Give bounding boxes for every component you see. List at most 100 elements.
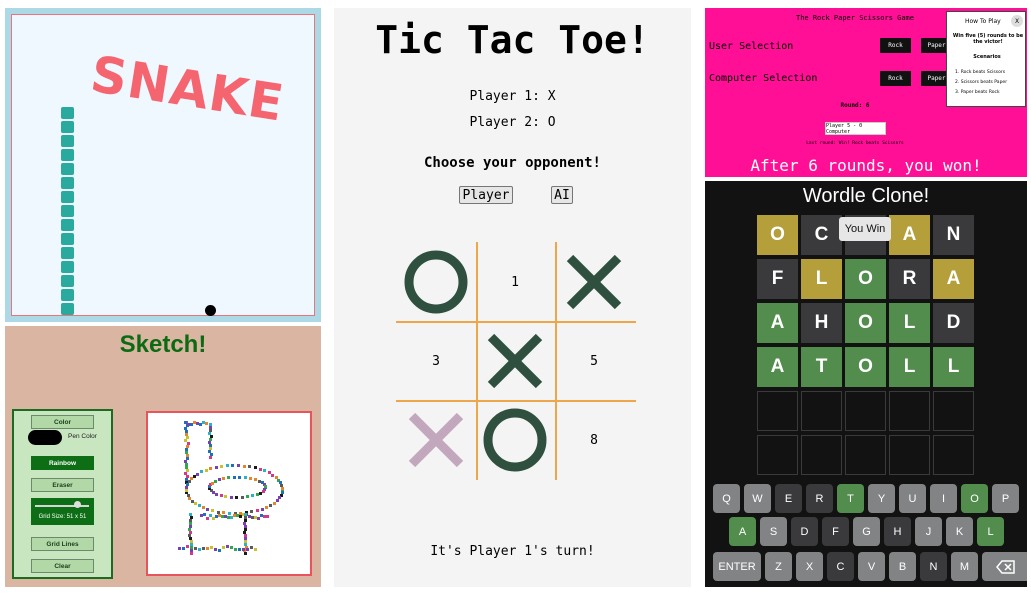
rule-item: 2. Scissors beats Paper	[955, 80, 1008, 85]
sketch-pixel	[189, 522, 192, 525]
sketch-pixel	[186, 454, 189, 457]
ttt-cell[interactable]	[476, 322, 554, 400]
key-x[interactable]: X	[796, 552, 823, 581]
letter-tile: H	[801, 303, 842, 343]
sketch-controls: Color Pen Color Rainbow Eraser Grid Size…	[12, 409, 113, 579]
cell-number: 8	[590, 432, 598, 448]
key-w[interactable]: W	[744, 484, 771, 513]
sketch-pixel	[189, 537, 192, 540]
opponent-ai-button[interactable]: AI	[551, 186, 573, 204]
key-l[interactable]: L	[977, 517, 1004, 546]
sketch-app-panel: Sketch! Color Pen Color Rainbow Eraser G…	[5, 326, 321, 587]
o-mark-icon	[483, 408, 547, 472]
close-icon[interactable]: X	[1011, 15, 1023, 27]
sketch-pixel	[184, 421, 187, 424]
key-i[interactable]: I	[930, 484, 957, 513]
key-t[interactable]: T	[837, 484, 864, 513]
sketch-pixel	[238, 548, 241, 551]
key-n[interactable]: N	[920, 552, 947, 581]
sketch-pixel	[187, 423, 190, 426]
key-f[interactable]: F	[822, 517, 849, 546]
snake-food	[205, 305, 216, 316]
key-j[interactable]: J	[915, 517, 942, 546]
sketch-pixel	[184, 460, 187, 463]
sketch-pixel	[250, 510, 253, 513]
ttt-cell[interactable]	[555, 243, 633, 321]
sketch-pixel	[236, 514, 239, 517]
grid-lines-button[interactable]: Grid Lines	[31, 537, 94, 551]
ttt-cell[interactable]: 1	[476, 243, 554, 321]
letter-tile	[845, 391, 886, 431]
ttt-title: Tic Tac Toe!	[375, 18, 650, 62]
sketch-pixel	[231, 464, 234, 467]
key-r[interactable]: R	[806, 484, 833, 513]
cell-number: 3	[432, 353, 440, 369]
x-mark-icon	[408, 412, 464, 468]
key-u[interactable]: U	[899, 484, 926, 513]
sketch-pixel	[222, 546, 225, 549]
key-y[interactable]: Y	[868, 484, 895, 513]
clear-button[interactable]: Clear	[31, 559, 94, 573]
backspace-key[interactable]	[982, 552, 1027, 581]
sketch-pixel	[230, 516, 233, 519]
key-o[interactable]: O	[961, 484, 988, 513]
key-e[interactable]: E	[775, 484, 802, 513]
key-s[interactable]: S	[760, 517, 787, 546]
ttt-cell[interactable]: 8	[555, 401, 633, 479]
sketch-pixel	[214, 548, 217, 551]
enter-key[interactable]: ENTER	[713, 552, 761, 581]
key-q[interactable]: Q	[713, 484, 740, 513]
sketch-pixel	[259, 468, 262, 471]
sketch-canvas[interactable]	[146, 411, 312, 576]
sketch-pixel	[281, 491, 284, 494]
sketch-pixel	[209, 447, 212, 450]
sketch-pixel	[218, 549, 221, 552]
sketch-pixel	[200, 514, 203, 517]
sketch-pixel	[280, 484, 283, 487]
key-b[interactable]: B	[889, 552, 916, 581]
grid-size-slider-handle[interactable]	[74, 501, 81, 508]
letter-tile: O	[845, 347, 886, 387]
pen-color-swatch[interactable]	[28, 430, 62, 445]
key-a[interactable]: A	[729, 517, 756, 546]
ttt-cell[interactable]	[397, 243, 475, 321]
sketch-pixel	[250, 546, 253, 549]
key-z[interactable]: Z	[765, 552, 792, 581]
sketch-pixel	[260, 514, 263, 517]
key-m[interactable]: M	[951, 552, 978, 581]
sketch-pixel	[191, 500, 194, 503]
key-h[interactable]: H	[884, 517, 911, 546]
rock-paper-scissors-panel: The Rock Paper Scissors Game User Select…	[705, 8, 1027, 177]
color-button[interactable]: Color	[31, 415, 94, 429]
key-g[interactable]: G	[853, 517, 880, 546]
key-c[interactable]: C	[827, 552, 854, 581]
key-p[interactable]: P	[992, 484, 1019, 513]
opponent-player-button[interactable]: Player	[459, 186, 513, 204]
sketch-pixel	[189, 531, 192, 534]
sketch-pixel	[244, 534, 247, 537]
sketch-pixel	[209, 467, 212, 470]
ttt-cell[interactable]	[476, 401, 554, 479]
sketch-pixel	[188, 497, 191, 500]
sketch-pixel	[198, 504, 201, 507]
letter-tile: C	[801, 215, 842, 255]
sketch-pixel	[239, 515, 242, 518]
sketch-pixel	[186, 545, 189, 548]
sketch-pixel	[208, 432, 211, 435]
key-d[interactable]: D	[791, 517, 818, 546]
user-rock-button[interactable]: Rock	[880, 38, 911, 53]
ttt-cell[interactable]	[397, 401, 475, 479]
key-k[interactable]: K	[946, 517, 973, 546]
sketch-pixel	[187, 442, 190, 445]
sketch-pixel	[205, 469, 208, 472]
ttt-cell[interactable]: 3	[397, 322, 475, 400]
sketch-pixel	[244, 528, 247, 531]
sketch-pixel	[215, 466, 218, 469]
eraser-button[interactable]: Eraser	[31, 478, 94, 492]
key-v[interactable]: V	[858, 552, 885, 581]
ttt-cell[interactable]: 5	[555, 322, 633, 400]
grid-size-label: Grid Size: 51 x 51	[38, 514, 87, 520]
snake-board[interactable]: SNAKE	[11, 14, 315, 316]
wordle-panel: Wordle Clone! OCEANFLORAAHOLDATOLL You W…	[705, 181, 1027, 587]
rainbow-button[interactable]: Rainbow	[31, 456, 94, 470]
